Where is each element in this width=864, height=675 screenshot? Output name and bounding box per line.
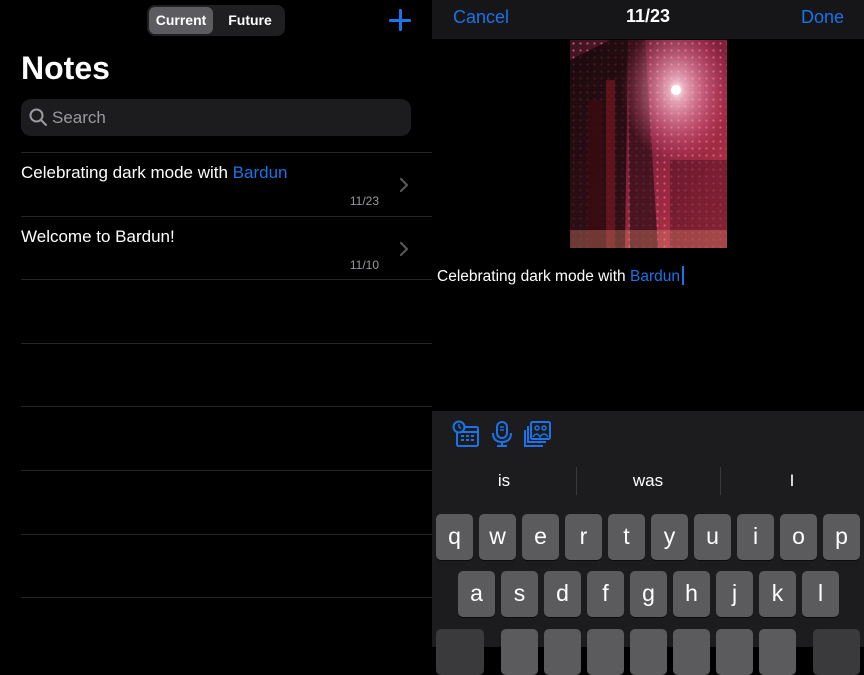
key-j[interactable]: j	[716, 571, 753, 617]
page-title: Notes	[21, 50, 110, 86]
key-x[interactable]	[544, 629, 581, 675]
backspace-key[interactable]	[813, 629, 860, 675]
key-l[interactable]: l	[802, 571, 839, 617]
current-future-segmented-control: Current Future	[147, 5, 285, 36]
key-d[interactable]: d	[544, 571, 581, 617]
note-body-link: Bardun	[630, 268, 680, 285]
key-r[interactable]: r	[565, 514, 602, 560]
search-icon	[29, 108, 47, 126]
note-editor-pane: 11/23 Cancel Done Celebrating dark mode …	[432, 0, 864, 675]
key-s[interactable]: s	[501, 571, 538, 617]
key-t[interactable]: t	[608, 514, 645, 560]
key-h[interactable]: h	[673, 571, 710, 617]
segment-future[interactable]: Future	[217, 7, 283, 34]
suggestion-2[interactable]: was	[576, 471, 720, 491]
key-e[interactable]: e	[522, 514, 559, 560]
microphone-icon[interactable]	[488, 420, 516, 448]
note-title-link: Bardun	[232, 163, 288, 182]
key-n[interactable]	[716, 629, 753, 675]
divider	[21, 470, 432, 471]
note-date: 11/23	[349, 194, 379, 208]
note-photo[interactable]	[570, 40, 727, 248]
divider	[21, 343, 432, 344]
key-y[interactable]: y	[651, 514, 688, 560]
key-k[interactable]: k	[759, 571, 796, 617]
divider	[21, 597, 432, 598]
note-date: 11/10	[349, 258, 379, 272]
search-placeholder: Search	[52, 108, 106, 127]
key-f[interactable]: f	[587, 571, 624, 617]
key-u[interactable]: u	[694, 514, 731, 560]
suggestion-1[interactable]: is	[432, 471, 576, 491]
divider	[21, 279, 432, 280]
list-item[interactable]: Celebrating dark mode with Bardun 11/23	[21, 153, 432, 216]
key-b[interactable]	[673, 629, 710, 675]
chevron-right-icon	[400, 242, 408, 256]
cancel-button[interactable]: Cancel	[453, 7, 509, 28]
key-p[interactable]: p	[823, 514, 860, 560]
text-cursor	[681, 266, 684, 285]
note-title: Welcome to Bardun!	[21, 227, 175, 246]
suggestion-3[interactable]: I	[720, 471, 864, 491]
key-c[interactable]	[587, 629, 624, 675]
note-body-text[interactable]: Celebrating dark mode with Bardun	[437, 266, 684, 286]
calendar-clock-icon[interactable]	[452, 420, 480, 448]
keyboard: is was I q w e r t y u i o p a s d f g h…	[432, 411, 864, 675]
key-m[interactable]	[759, 629, 796, 675]
key-o[interactable]: o	[780, 514, 817, 560]
divider	[21, 406, 432, 407]
done-button[interactable]: Done	[801, 7, 844, 28]
note-title: Celebrating dark mode with Bardun	[21, 163, 288, 182]
key-z[interactable]	[501, 629, 538, 675]
list-item[interactable]: Welcome to Bardun! 11/10	[21, 217, 432, 280]
key-w[interactable]: w	[479, 514, 516, 560]
search-input[interactable]: Search	[21, 99, 411, 136]
divider	[21, 534, 432, 535]
key-v[interactable]	[630, 629, 667, 675]
shift-key[interactable]	[436, 629, 484, 675]
photo-library-icon[interactable]	[524, 420, 552, 448]
key-g[interactable]: g	[630, 571, 667, 617]
chevron-right-icon	[400, 178, 408, 192]
segment-current[interactable]: Current	[149, 7, 213, 34]
key-q[interactable]: q	[436, 514, 473, 560]
editor-nav-bar: 11/23 Cancel Done	[432, 0, 864, 39]
key-i[interactable]: i	[737, 514, 774, 560]
notes-list-pane: Current Future Notes Search Celebrating …	[0, 0, 432, 647]
add-note-icon[interactable]	[388, 8, 412, 32]
key-a[interactable]: a	[458, 571, 495, 617]
